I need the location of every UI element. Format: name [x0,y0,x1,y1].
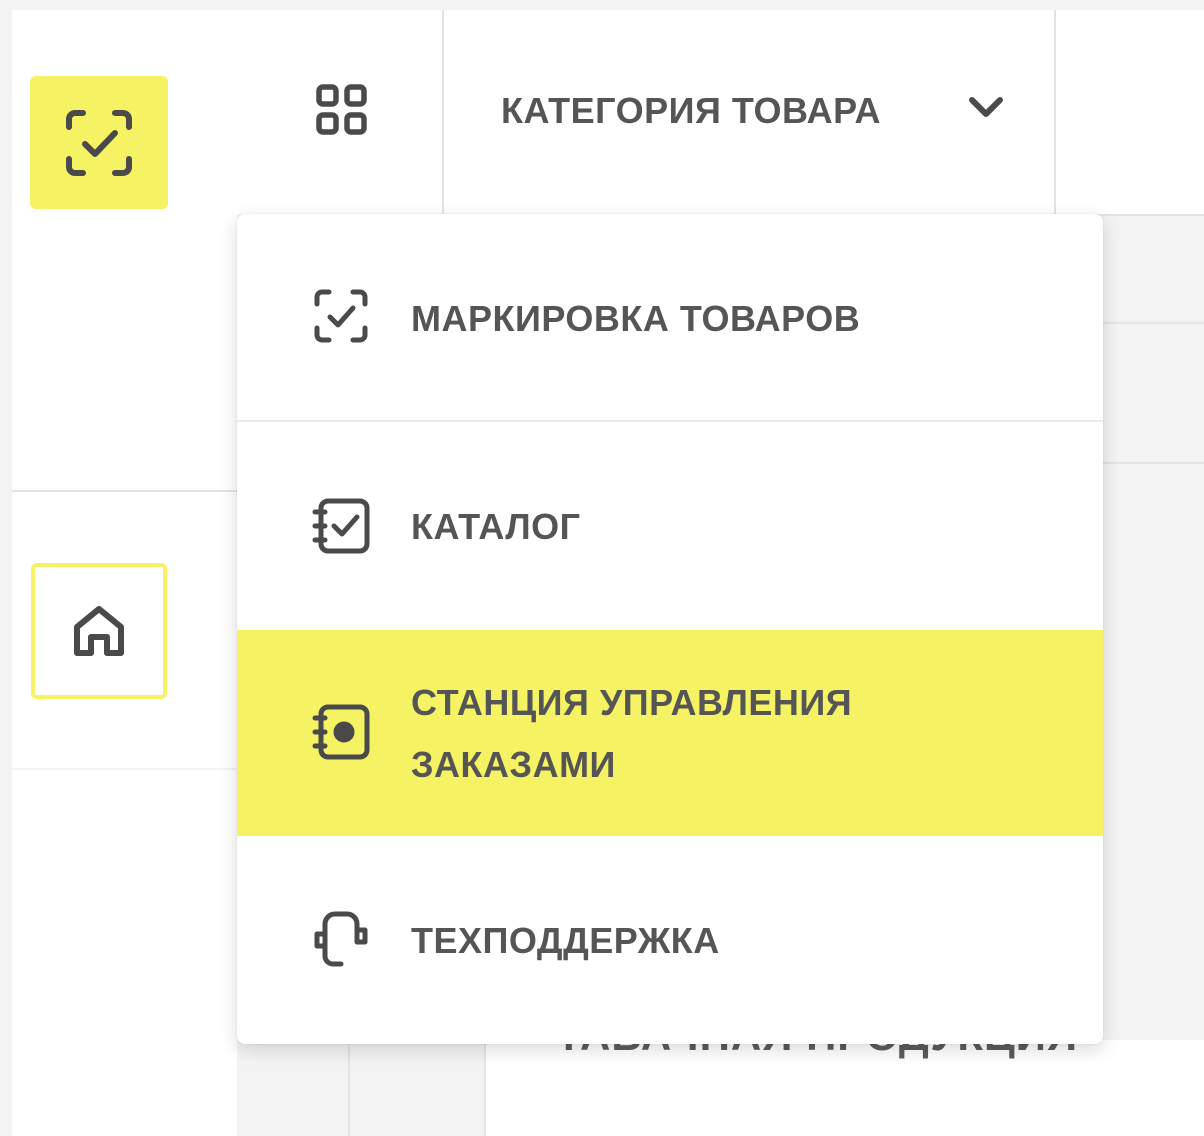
home-button[interactable] [31,563,167,699]
right-divider-2 [1103,462,1204,464]
order-station-icon [312,704,370,760]
category-selector-label[interactable]: КАТЕГОРИЯ ТОВАРА [501,89,881,133]
menu-item-label: КАТАЛОГ [411,506,581,547]
menu-item-label: ТЕХПОДДЕРЖКА [411,920,720,961]
menu-item-order-station[interactable]: СТАНЦИЯ УПРАВЛЕНИЯ ЗАКАЗАМИ [237,630,1103,836]
content-vline-1 [348,1040,350,1136]
chevron-down-icon[interactable] [966,92,1006,124]
scan-check-icon [66,109,132,176]
menu-item-marking[interactable]: МАРКИРОВКА ТОВАРОВ [237,214,1103,422]
home-icon [74,606,124,656]
logo-button[interactable] [30,76,168,209]
catalog-check-icon [312,498,370,554]
menu-item-label: МАРКИРОВКА ТОВАРОВ [411,298,861,339]
left-sidebar-lower [12,770,237,1136]
menu-item-catalog[interactable]: КАТАЛОГ [237,422,1103,630]
category-dropdown-menu: МАРКИРОВКА ТОВАРОВ КАТАЛОГ СТАНЦИЯ УПРАВ… [237,214,1103,1044]
menu-item-label-line1: СТАНЦИЯ УПРАВЛЕНИЯ [411,682,853,723]
menu-item-label-line2: ЗАКАЗАМИ [411,744,616,785]
content-vline-2 [484,1040,486,1136]
scan-check-icon [314,289,368,343]
menu-item-support[interactable]: ТЕХПОДДЕРЖКА [237,836,1103,1044]
apps-grid-icon[interactable] [316,84,368,136]
topbar-right-cell [1056,10,1204,214]
support-icon [314,911,368,967]
right-divider-1 [1103,322,1204,324]
